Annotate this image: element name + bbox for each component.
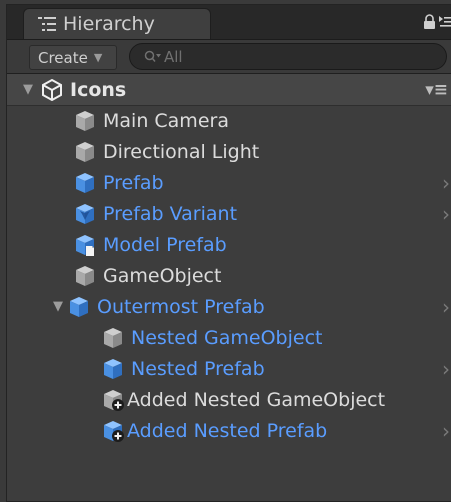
item-label: GameObject — [103, 264, 222, 287]
scene-menu-icon[interactable]: ▾≡ — [425, 80, 448, 100]
list-item[interactable]: Model Prefab — [7, 229, 451, 260]
search-placeholder: All — [164, 47, 183, 66]
gameobject-cube-icon — [76, 265, 94, 286]
item-label: Prefab — [103, 171, 164, 194]
item-label: Main Camera — [103, 109, 229, 132]
open-prefab-arrow-icon[interactable]: › — [442, 171, 450, 195]
create-label: Create — [38, 48, 88, 67]
lock-icon[interactable] — [423, 14, 436, 30]
open-prefab-arrow-icon[interactable]: › — [442, 295, 450, 319]
search-input[interactable]: All — [129, 43, 447, 70]
open-prefab-arrow-icon[interactable]: › — [442, 202, 450, 226]
gameobject-cube-icon — [76, 141, 94, 162]
list-item[interactable]: Main Camera — [7, 105, 451, 136]
list-item[interactable]: Directional Light — [7, 136, 451, 167]
item-label: Outermost Prefab — [97, 295, 265, 318]
model-prefab-cube-icon — [76, 234, 94, 256]
prefab-cube-icon — [104, 358, 122, 379]
list-item[interactable]: Prefab Variant › — [7, 198, 451, 229]
hierarchy-list-icon — [38, 17, 56, 31]
prefab-cube-icon — [70, 296, 88, 317]
search-icon — [144, 50, 161, 62]
foldout-expanded-icon[interactable]: ▼ — [51, 299, 65, 314]
scene-root-row[interactable]: ▼ Icons ▾≡ — [7, 74, 451, 106]
prefab-variant-cube-icon — [76, 203, 94, 224]
list-item[interactable]: ▼ Outermost Prefab › — [7, 291, 451, 322]
item-label: Added Nested Prefab — [127, 419, 328, 442]
create-dropdown-button[interactable]: Create ▼ — [29, 45, 117, 70]
open-prefab-arrow-icon[interactable]: › — [442, 357, 450, 381]
tab-bar: Hierarchy — [7, 5, 451, 40]
gameobject-cube-icon — [76, 110, 94, 131]
item-label: Prefab Variant — [103, 202, 238, 225]
foldout-expanded-icon[interactable]: ▼ — [21, 82, 35, 97]
item-label: Added Nested GameObject — [127, 388, 386, 411]
toolbar: Create ▼ All — [7, 40, 451, 74]
added-gameobject-cube-icon — [104, 389, 124, 411]
hierarchy-list: ▼ Icons ▾≡ Main Camera Directional Light… — [7, 74, 451, 501]
open-prefab-arrow-icon[interactable]: › — [442, 419, 450, 443]
item-label: Nested Prefab — [131, 357, 265, 380]
list-item[interactable]: Prefab › — [7, 167, 451, 198]
list-item[interactable]: GameObject — [7, 260, 451, 291]
list-item[interactable]: Added Nested GameObject — [7, 384, 451, 415]
added-prefab-cube-icon — [104, 420, 124, 442]
item-label: Model Prefab — [103, 233, 227, 256]
tab-hierarchy[interactable]: Hierarchy — [23, 8, 211, 39]
gameobject-cube-icon — [104, 327, 122, 348]
item-label: Directional Light — [103, 140, 260, 163]
tab-menu-icon[interactable] — [438, 14, 451, 30]
hierarchy-window: Hierarchy Create ▼ All ▼ Icons ▾≡ Main C… — [6, 4, 451, 502]
item-label: Nested GameObject — [131, 326, 323, 349]
prefab-cube-icon — [76, 172, 94, 193]
list-item[interactable]: Added Nested Prefab › — [7, 415, 451, 446]
chevron-down-icon: ▼ — [93, 51, 103, 64]
unity-logo-icon — [42, 78, 62, 101]
list-item[interactable]: Nested Prefab › — [7, 353, 451, 384]
scene-name: Icons — [70, 78, 127, 101]
tab-title: Hierarchy — [63, 13, 155, 35]
list-item[interactable]: Nested GameObject — [7, 322, 451, 353]
